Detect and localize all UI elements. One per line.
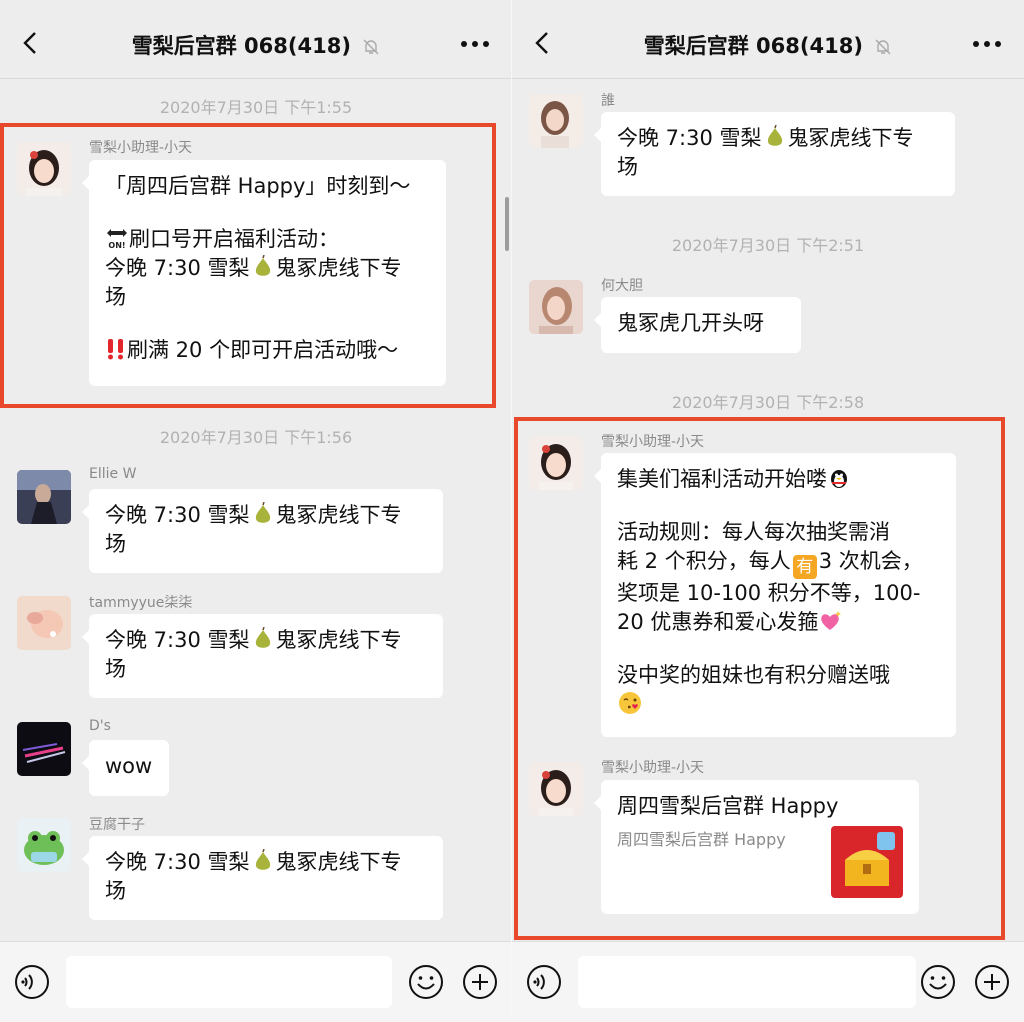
avatar[interactable] [17, 596, 71, 650]
input-bar [512, 941, 1024, 1022]
mute-bell-icon [363, 39, 379, 55]
sender-name: D's [89, 718, 111, 734]
message-text-span: 鬼冢虎线下专 [787, 126, 914, 150]
pear-emoji [255, 627, 270, 648]
message-text: 场 [105, 879, 126, 903]
nav-bar: 雪梨后宫群 068(418) [0, 0, 512, 79]
left-chat-screen: 雪梨后宫群 068(418) 2020年7月30日 下午1:55 雪梨小助理-小… [0, 0, 512, 1022]
pear-emoji [255, 502, 270, 523]
timestamp: 2020年7月30日 下午2:58 [671, 393, 865, 412]
pear-emoji [767, 125, 782, 146]
right-chat-screen: 雪梨后宫群 068(418) 誰 今晚 7:30 雪梨 鬼冢虎线下专 场 2020… [512, 0, 1024, 1022]
voice-icon[interactable] [14, 964, 50, 1000]
message-text-span: 鬼冢虎线下专 [275, 503, 402, 527]
avatar[interactable] [529, 94, 583, 148]
sender-name: tammyyue柒柒 [89, 595, 193, 611]
message-text-span: 鬼冢虎线下专 [275, 628, 402, 652]
message-text-span: 今晚 7:30 雪梨 [105, 628, 250, 652]
message-text-span: 今晚 7:30 雪梨 [617, 126, 762, 150]
message-bubble[interactable]: 今晚 7:30 雪梨 鬼冢虎线下专 场 [594, 112, 955, 196]
message-text-span: 今晚 7:30 雪梨 [105, 503, 250, 527]
timestamp: 2020年7月30日 下午1:56 [159, 428, 353, 447]
pear-emoji [255, 849, 270, 870]
timestamp: 2020年7月30日 下午1:55 [159, 98, 353, 117]
message-bubble[interactable]: 今晚 7:30 雪梨 鬼冢虎线下专 场 [82, 614, 443, 698]
emoji-icon[interactable] [920, 964, 956, 1000]
input-bar [0, 941, 512, 1022]
sender-name: Ellie W [89, 466, 137, 482]
highlight-box [0, 123, 496, 408]
message-text-span: 鬼冢虎线下专 [275, 850, 402, 874]
message-text: 今晚 7:30 雪梨 鬼冢虎线下专 [105, 848, 429, 877]
message-text: 鬼冢虎几开头呀 [617, 311, 764, 335]
message-input[interactable] [578, 956, 916, 1008]
chat-title-text: 雪梨后宫群 068(418) [643, 34, 863, 58]
more-icon[interactable] [460, 40, 490, 48]
plus-icon[interactable] [974, 964, 1010, 1000]
message-bubble[interactable]: 今晚 7:30 雪梨 鬼冢虎线下专 场 [82, 836, 443, 920]
avatar[interactable] [529, 280, 583, 334]
nav-bar: 雪梨后宫群 068(418) [512, 0, 1024, 79]
message-text: 场 [105, 532, 126, 556]
highlight-box [514, 417, 1005, 940]
avatar[interactable] [17, 470, 71, 524]
timestamp: 2020年7月30日 下午2:51 [671, 236, 865, 255]
message-text: 场 [105, 657, 126, 681]
mute-bell-icon [875, 39, 891, 55]
message-text: wow [105, 754, 153, 778]
message-text-span: 今晚 7:30 雪梨 [105, 850, 250, 874]
sender-name: 誰 [601, 93, 615, 109]
avatar[interactable] [17, 818, 71, 872]
plus-icon[interactable] [462, 964, 498, 1000]
chat-title: 雪梨后宫群 068(418) [512, 30, 1024, 60]
sender-name: 豆腐干子 [89, 817, 145, 833]
message-bubble[interactable]: 今晚 7:30 雪梨 鬼冢虎线下专 场 [82, 489, 443, 573]
chat-title-text: 雪梨后宫群 068(418) [131, 34, 351, 58]
message-text: 今晚 7:30 雪梨 鬼冢虎线下专 [617, 124, 941, 153]
voice-icon[interactable] [526, 964, 562, 1000]
more-icon[interactable] [972, 40, 1002, 48]
scrollbar[interactable] [505, 197, 509, 251]
message-text: 场 [617, 155, 638, 179]
emoji-icon[interactable] [408, 964, 444, 1000]
sender-name: 何大胆 [601, 278, 643, 294]
message-input[interactable] [66, 956, 392, 1008]
chat-title: 雪梨后宫群 068(418) [0, 30, 512, 60]
message-text: 今晚 7:30 雪梨 鬼冢虎线下专 [105, 501, 429, 530]
message-bubble[interactable]: wow [82, 740, 169, 796]
message-text: 今晚 7:30 雪梨 鬼冢虎线下专 [105, 626, 429, 655]
avatar[interactable] [17, 722, 71, 776]
message-bubble[interactable]: 鬼冢虎几开头呀 [594, 297, 801, 353]
